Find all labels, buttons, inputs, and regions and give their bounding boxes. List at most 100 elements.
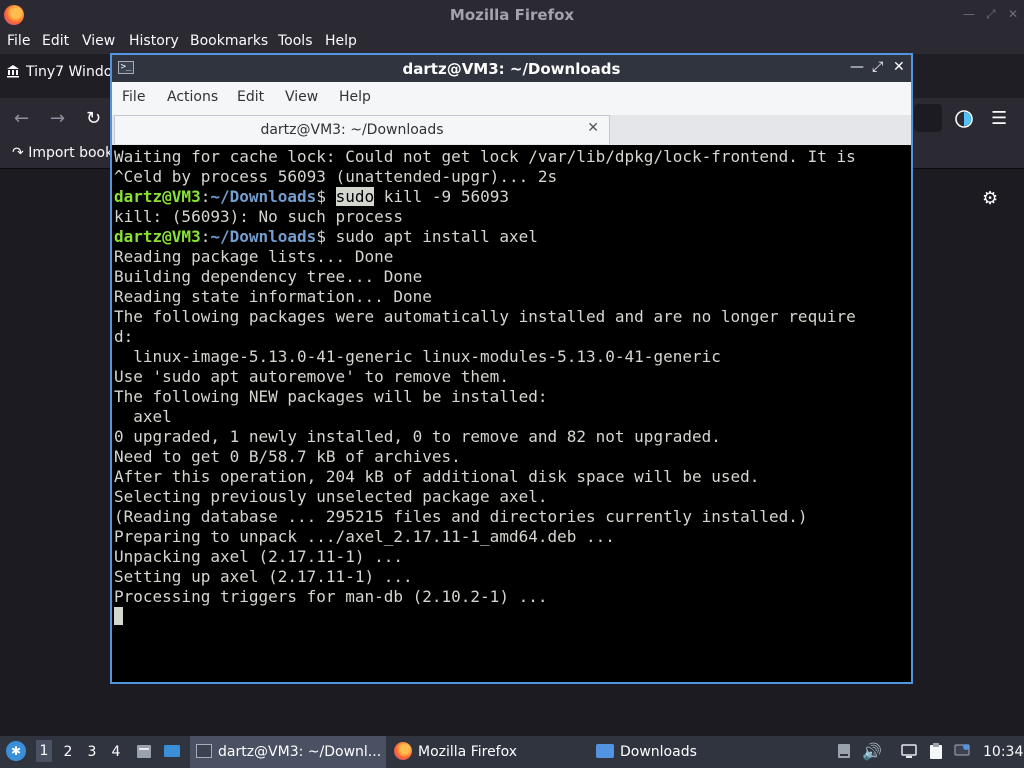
volume-icon[interactable]: 🔊 <box>862 742 882 761</box>
menu-file[interactable]: File <box>122 89 145 105</box>
terminal-line: Preparing to unpack .../axel_2.17.11-1_a… <box>114 527 615 546</box>
menu-view[interactable]: View <box>82 33 115 49</box>
show-desktop-icon[interactable] <box>163 742 181 760</box>
url-bar[interactable] <box>914 104 942 132</box>
taskbar-task-downloads[interactable]: Downloads <box>590 736 697 768</box>
file-manager-icon[interactable] <box>135 742 153 760</box>
minimize-icon[interactable]: — <box>963 7 975 21</box>
prompt-dollar: $ <box>316 187 326 206</box>
menu-bookmarks[interactable]: Bookmarks <box>190 33 268 49</box>
terminal-line: Setting up axel (2.17.11-1) ... <box>114 567 413 586</box>
prompt-user: dartz@VM3 <box>114 227 201 246</box>
import-icon: ↷ <box>12 145 24 161</box>
workspace-1[interactable]: 1 <box>36 740 52 762</box>
terminal-line: Building dependency tree... Done <box>114 267 423 286</box>
back-arrow-icon[interactable]: ← <box>14 108 29 129</box>
settings-gear-icon[interactable]: ⚙ <box>982 188 998 209</box>
task-label: Mozilla Firefox <box>418 744 518 760</box>
prompt-path: ~/Downloads <box>210 187 317 206</box>
firefox-titlebar: Mozilla Firefox — ⤢ ✕ <box>0 0 1024 30</box>
account-circle-icon[interactable] <box>954 109 974 129</box>
terminal-output[interactable]: Waiting for cache lock: Could not get lo… <box>114 147 911 682</box>
terminal-line: (Reading database ... 295215 files and d… <box>114 507 808 526</box>
maximize-icon[interactable]: ⤢ <box>986 7 996 22</box>
menu-edit[interactable]: Edit <box>237 89 264 105</box>
terminal-line: 0 upgraded, 1 newly installed, 0 to remo… <box>114 427 721 446</box>
hamburger-menu-icon[interactable]: ☰ <box>991 108 1007 129</box>
close-icon[interactable]: ✕ <box>1008 7 1018 21</box>
terminal-icon <box>196 744 212 758</box>
menu-help[interactable]: Help <box>339 89 371 105</box>
folder-icon <box>596 744 614 758</box>
close-icon[interactable]: ✕ <box>893 59 905 75</box>
terminal-line: dartz@VM3:~/Downloads$ sudo apt install … <box>114 227 911 247</box>
minimize-icon[interactable]: — <box>850 59 864 75</box>
taskbar-task-firefox[interactable]: Mozilla Firefox <box>390 736 517 768</box>
terminal-output-lines: Reading package lists... Done Building d… <box>114 247 911 607</box>
terminal-line: After this operation, 204 kB of addition… <box>114 467 760 486</box>
taskbar: ✱ 1 2 3 4 dartz@VM3: ~/Downl... Mozilla … <box>0 736 1024 768</box>
terminal-cursor <box>114 607 123 625</box>
terminal-titlebar[interactable]: >_ dartz@VM3: ~/Downloads — ⤢ ✕ <box>112 55 911 82</box>
terminal-line: Waiting for cache lock: Could not get lo… <box>114 147 856 166</box>
prompt-path: ~/Downloads <box>210 227 317 246</box>
workspace-2[interactable]: 2 <box>60 744 76 760</box>
terminal-tab-label: dartz@VM3: ~/Downloads <box>260 122 444 138</box>
close-tab-icon[interactable]: ✕ <box>587 120 599 136</box>
terminal-window: >_ dartz@VM3: ~/Downloads — ⤢ ✕ File Act… <box>110 53 913 684</box>
notifications-icon[interactable] <box>953 742 971 760</box>
taskbar-task-terminal[interactable]: dartz@VM3: ~/Downl... <box>190 736 386 768</box>
terminal-line: Need to get 0 B/58.7 kB of archives. <box>114 447 461 466</box>
selected-text[interactable]: sudo <box>335 187 375 206</box>
terminal-line: linux-image-5.13.0-41-generic linux-modu… <box>114 347 721 366</box>
menu-view[interactable]: View <box>285 89 318 105</box>
terminal-menubar: File Actions Edit View Help <box>112 82 911 116</box>
firefox-menubar: File Edit View History Bookmarks Tools H… <box>0 30 1024 54</box>
menu-history[interactable]: History <box>129 33 179 49</box>
terminal-line: The following packages were automaticall… <box>114 307 856 326</box>
terminal-line: ^Celd by process 56093 (unattended-upgr)… <box>114 167 558 186</box>
workspace-4[interactable]: 4 <box>108 744 124 760</box>
task-label: dartz@VM3: ~/Downl... <box>218 744 382 760</box>
terminal-line: Unpacking axel (2.17.11-1) ... <box>114 547 403 566</box>
firefox-icon <box>394 742 412 760</box>
terminal-line: axel <box>114 407 172 426</box>
terminal-window-title: dartz@VM3: ~/Downloads <box>402 60 621 78</box>
maximize-icon[interactable]: ⤢ <box>872 59 883 75</box>
prompt-dollar: $ <box>316 227 326 246</box>
menu-edit[interactable]: Edit <box>42 33 69 49</box>
terminal-tab[interactable]: dartz@VM3: ~/Downloads ✕ <box>114 115 610 144</box>
bank-icon <box>7 65 19 78</box>
menu-file[interactable]: File <box>7 33 30 49</box>
terminal-line: kill: (56093): No such process <box>114 207 403 226</box>
terminal-line: Processing triggers for man-db (2.10.2-1… <box>114 587 548 606</box>
terminal-line: d: <box>114 327 134 346</box>
firefox-tab-title: Tiny7 Windo <box>26 64 113 80</box>
terminal-line: Use 'sudo apt autoremove' to remove them… <box>114 367 509 386</box>
menu-tools[interactable]: Tools <box>278 33 313 49</box>
reload-icon[interactable]: ↻ <box>86 108 101 129</box>
terminal-line: Selecting previously unselected package … <box>114 487 548 506</box>
firefox-window-title: Mozilla Firefox <box>449 6 575 24</box>
firefox-tab[interactable]: Tiny7 Windo <box>6 64 112 80</box>
terminal-tabbar: dartz@VM3: ~/Downloads ✕ <box>112 115 911 145</box>
start-menu-icon[interactable]: ✱ <box>6 741 26 761</box>
workspace-3[interactable]: 3 <box>84 744 100 760</box>
clipboard-icon[interactable] <box>927 742 945 760</box>
clock[interactable]: 10:34 <box>983 744 1023 760</box>
import-bookmarks-label: Import book <box>28 145 114 161</box>
terminal-line: dartz@VM3:~/Downloads$ sudo kill -9 5609… <box>114 187 911 207</box>
forward-arrow-icon[interactable]: → <box>50 108 65 129</box>
terminal-line: Reading state information... Done <box>114 287 432 306</box>
import-bookmarks-button[interactable]: ↷ Import book <box>12 145 113 161</box>
disk-icon[interactable] <box>835 742 853 760</box>
menu-actions[interactable]: Actions <box>167 89 218 105</box>
terminal-line: Reading package lists... Done <box>114 247 394 266</box>
command-text: sudo apt install axel <box>325 227 538 246</box>
network-icon[interactable] <box>900 742 918 760</box>
prompt-colon: : <box>200 227 211 246</box>
prompt-colon: : <box>200 187 211 206</box>
menu-help[interactable]: Help <box>325 33 357 49</box>
prompt-user: dartz@VM3 <box>114 187 201 206</box>
terminal-line: The following NEW packages will be insta… <box>114 387 548 406</box>
